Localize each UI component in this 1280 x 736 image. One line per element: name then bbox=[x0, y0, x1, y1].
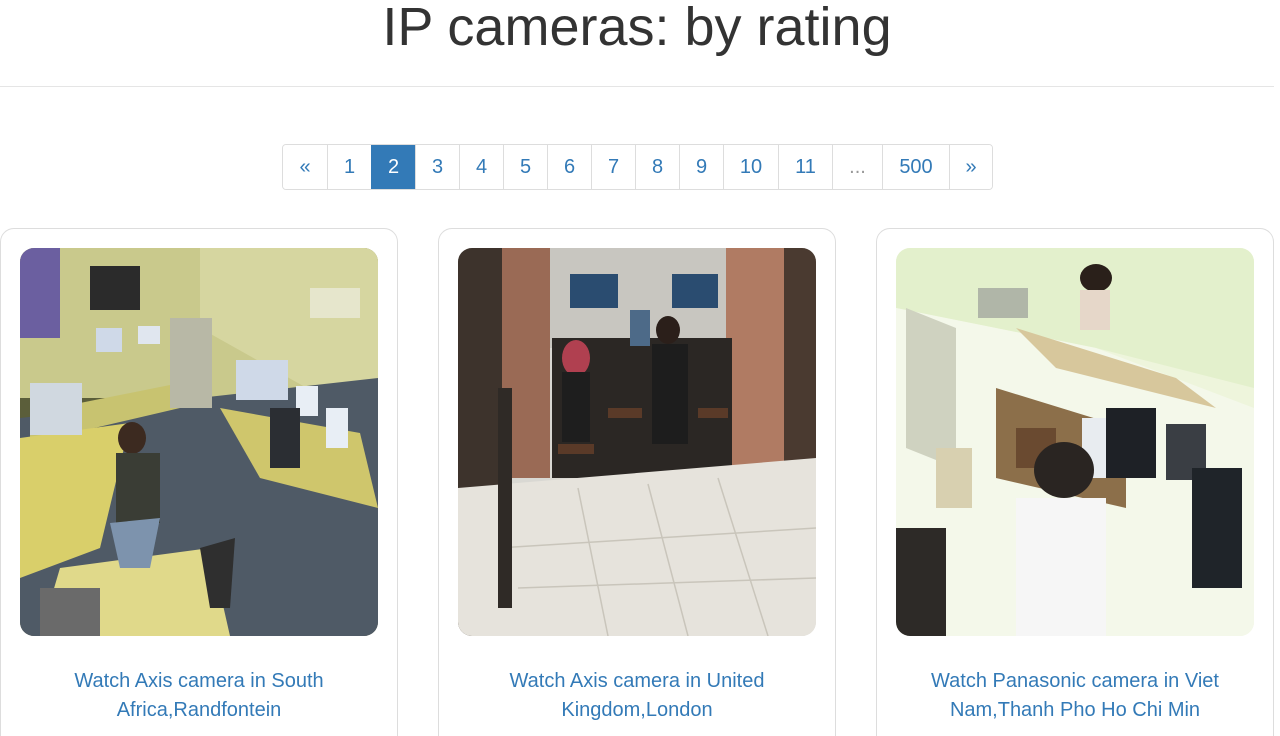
pagination-ellipsis: ... bbox=[832, 145, 882, 189]
camera-link[interactable]: Watch Panasonic camera in Viet Nam,Thanh… bbox=[897, 667, 1253, 725]
pagination-page-3[interactable]: 3 bbox=[415, 145, 459, 189]
camera-card: Watch Panasonic camera in Viet Nam,Thanh… bbox=[876, 228, 1274, 736]
pagination-page-10[interactable]: 10 bbox=[723, 145, 778, 189]
cafe-bar-interior-image bbox=[458, 248, 816, 636]
camera-thumbnail[interactable] bbox=[20, 248, 378, 636]
page: IP cameras: by rating « 1 2 3 4 5 6 7 8 … bbox=[0, 0, 1280, 736]
pagination-page-5[interactable]: 5 bbox=[503, 145, 547, 189]
pagination-next-button[interactable]: » bbox=[949, 145, 992, 189]
pagination-page-11[interactable]: 11 bbox=[778, 145, 832, 189]
camera-link[interactable]: Watch Axis camera in South Africa,Randfo… bbox=[21, 667, 377, 725]
camera-thumbnail[interactable] bbox=[458, 248, 816, 636]
camera-thumbnail[interactable] bbox=[896, 248, 1254, 636]
page-title: IP cameras: by rating bbox=[382, 0, 892, 57]
camera-card: Watch Axis camera in South Africa,Randfo… bbox=[0, 228, 398, 736]
office-control-room-image bbox=[20, 248, 378, 636]
pagination-page-9[interactable]: 9 bbox=[679, 145, 723, 189]
pagination: « 1 2 3 4 5 6 7 8 9 10 11 ... 500 » bbox=[282, 144, 993, 190]
camera-link[interactable]: Watch Axis camera in United Kingdom,Lond… bbox=[459, 667, 815, 725]
pagination-page-7[interactable]: 7 bbox=[591, 145, 635, 189]
pagination-page-1[interactable]: 1 bbox=[327, 145, 371, 189]
pagination-page-2-active[interactable]: 2 bbox=[371, 145, 415, 189]
pagination-prev-button[interactable]: « bbox=[283, 145, 327, 189]
pagination-page-4[interactable]: 4 bbox=[459, 145, 503, 189]
pagination-page-6[interactable]: 6 bbox=[547, 145, 591, 189]
camera-card: Watch Axis camera in United Kingdom,Lond… bbox=[438, 228, 836, 736]
shop-counter-image bbox=[896, 248, 1254, 636]
title-divider bbox=[0, 86, 1274, 87]
pagination-page-500[interactable]: 500 bbox=[882, 145, 949, 189]
pagination-page-8[interactable]: 8 bbox=[635, 145, 679, 189]
